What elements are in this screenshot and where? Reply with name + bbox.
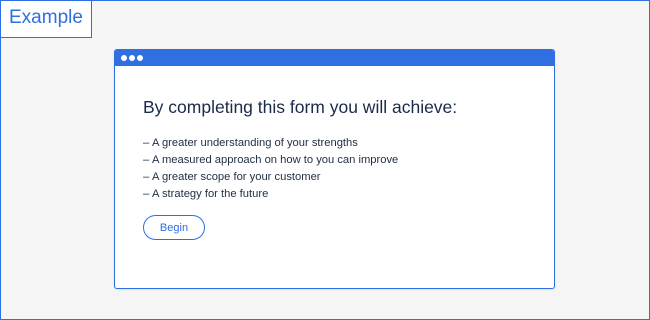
list-item-text: A greater scope for your customer	[152, 171, 321, 183]
window-content: By completing this form you will achieve…	[115, 66, 554, 240]
window-dot-icon	[137, 55, 143, 61]
dash-icon: –	[143, 188, 150, 200]
benefits-list: – A greater understanding of your strengt…	[143, 135, 554, 203]
list-item-text: A greater understanding of your strength…	[152, 137, 358, 149]
dash-icon: –	[143, 137, 150, 149]
dash-icon: –	[143, 171, 150, 183]
list-item: – A greater scope for your customer	[143, 169, 554, 186]
begin-button[interactable]: Begin	[143, 215, 205, 240]
form-heading: By completing this form you will achieve…	[143, 97, 458, 117]
example-label: Example	[1, 1, 92, 38]
dash-icon: –	[143, 154, 150, 166]
list-item-text: A strategy for the future	[152, 188, 269, 200]
example-frame: Example By completing this form you will…	[0, 0, 650, 320]
browser-window: By completing this form you will achieve…	[114, 49, 555, 289]
window-dot-icon	[121, 55, 127, 61]
window-dot-icon	[129, 55, 135, 61]
list-item: – A measured approach on how to you can i…	[143, 152, 554, 169]
window-titlebar	[115, 50, 554, 66]
list-item-text: A measured approach on how to you can im…	[152, 154, 399, 166]
list-item: – A greater understanding of your strengt…	[143, 135, 554, 152]
list-item: – A strategy for the future	[143, 186, 554, 203]
